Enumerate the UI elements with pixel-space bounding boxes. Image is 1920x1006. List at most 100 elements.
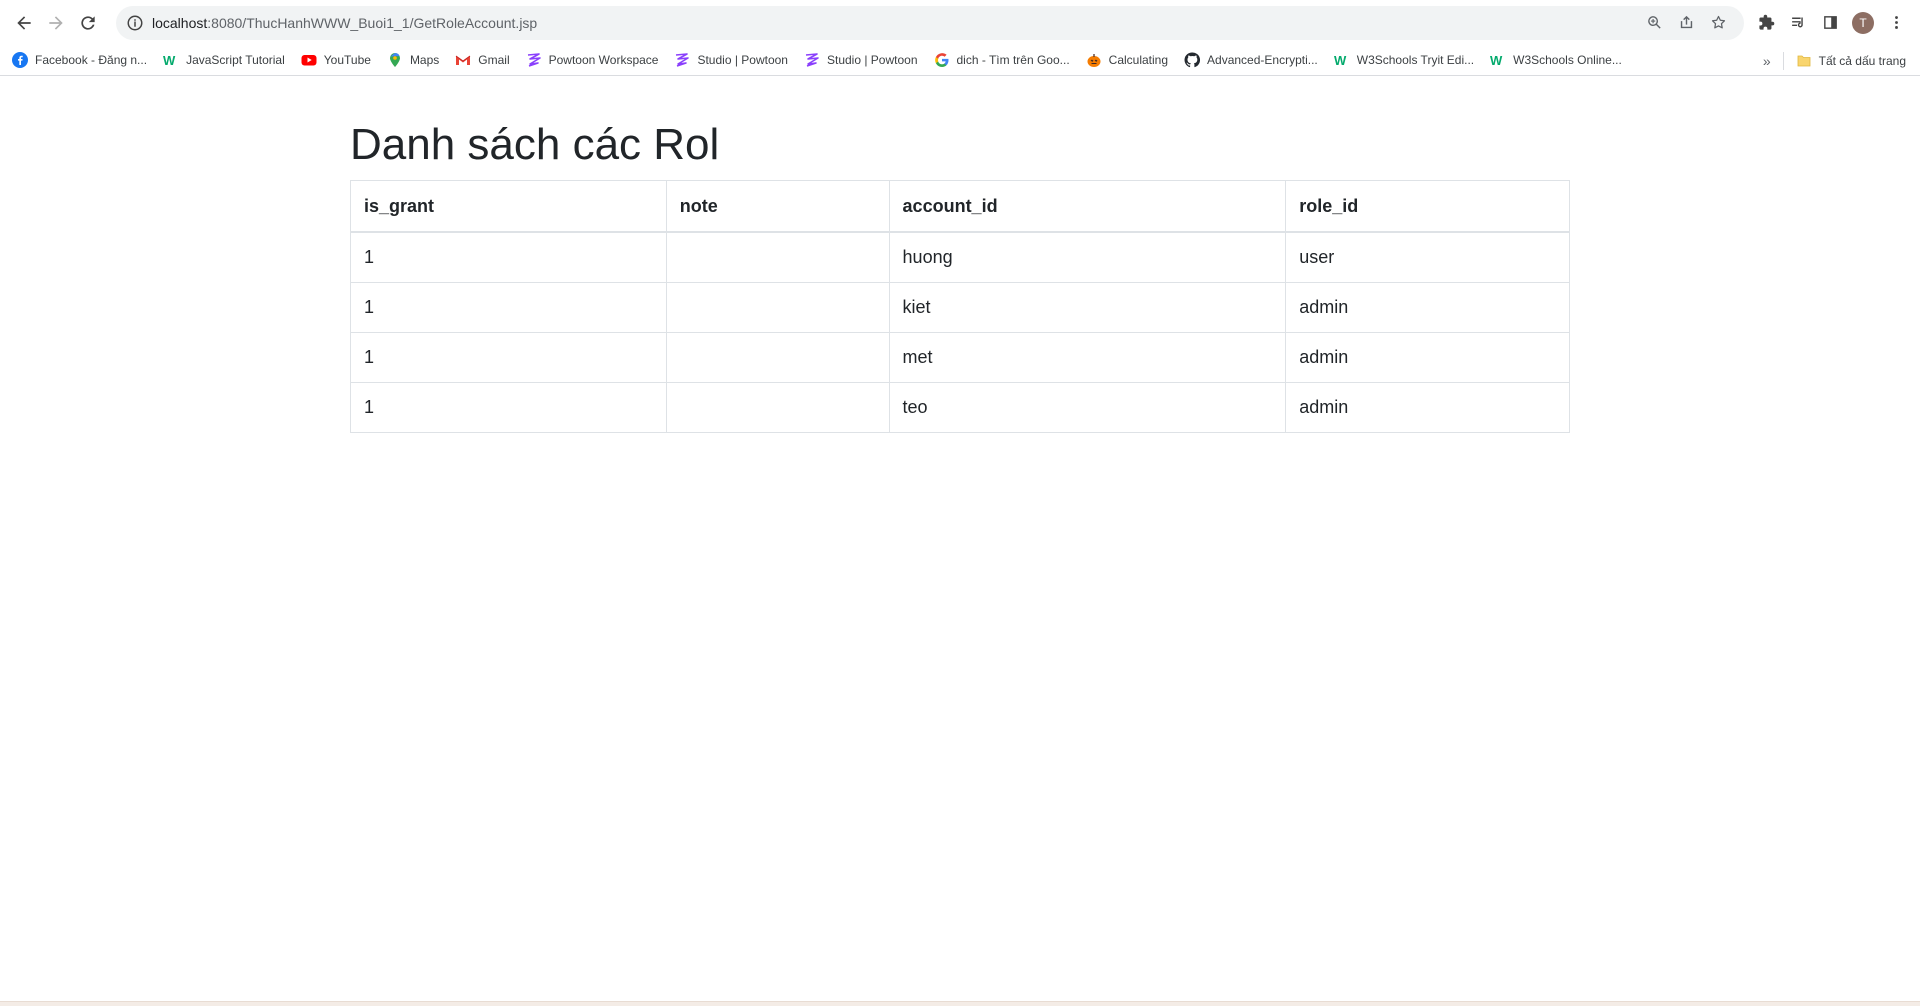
powtoon-icon <box>804 52 820 68</box>
bookmark-item[interactable]: Advanced-Encrypti... <box>1184 52 1318 68</box>
header-role-id: role_id <box>1285 179 1570 234</box>
svg-text:W: W <box>1334 53 1347 68</box>
zoom-icon <box>1647 16 1661 29</box>
header-account-id: account_id <box>888 179 1287 234</box>
cell-role-id: user <box>1285 231 1570 283</box>
profile-avatar[interactable]: T <box>1852 11 1874 34</box>
table-row: 1 met admin <box>350 331 1570 383</box>
bookmark-item[interactable]: dich - Tìm trên Goo... <box>934 52 1070 68</box>
svg-text:W: W <box>163 53 176 68</box>
cell-is-grant: 1 <box>350 231 667 283</box>
bookmark-label: Facebook - Đăng n... <box>35 53 148 67</box>
kebab-menu-icon <box>1894 16 1898 29</box>
cell-is-grant: 1 <box>350 281 667 333</box>
bookmark-label: Gmail <box>478 53 510 67</box>
window-bottom-edge <box>0 1001 1920 1006</box>
cell-account-id: kiet <box>888 281 1287 333</box>
facebook-icon <box>12 52 28 68</box>
toolbar-actions: T <box>1750 9 1912 37</box>
media-control-button[interactable] <box>1782 9 1814 37</box>
github-icon <box>1184 52 1201 68</box>
bookmark-label: Powtoon Workspace <box>548 53 659 67</box>
cell-account-id: teo <box>888 381 1287 433</box>
page-title: Danh sách các Rol <box>350 120 720 169</box>
bookmark-item[interactable]: Gmail <box>455 52 510 68</box>
playlist-icon <box>1791 17 1803 28</box>
bookmark-label: Studio | Powtoon <box>697 53 788 67</box>
cell-is-grant: 1 <box>350 381 667 433</box>
bookmark-label: YouTube <box>323 53 371 67</box>
bookmark-item[interactable]: W W3Schools Tryit Edi... <box>1334 52 1474 68</box>
cell-note <box>665 231 890 283</box>
bookmark-item[interactable]: Studio | Powtoon <box>804 52 918 68</box>
bookmark-item[interactable]: Powtoon Workspace <box>526 52 659 68</box>
star-icon <box>1711 15 1725 29</box>
bookmark-item[interactable]: W W3Schools Online... <box>1490 52 1622 68</box>
zoom-button[interactable] <box>1638 9 1670 37</box>
side-panel-icon <box>1823 16 1837 29</box>
more-bookmarks-button[interactable]: » <box>1763 51 1784 70</box>
menu-button[interactable] <box>1880 9 1912 37</box>
cell-role-id: admin <box>1285 331 1570 383</box>
maps-icon <box>387 52 403 68</box>
site-info-icon[interactable] <box>126 14 144 32</box>
w3schools-icon: W <box>1490 52 1506 68</box>
arrow-right-icon <box>49 15 63 30</box>
bookmark-item[interactable]: Studio | Powtoon <box>674 52 788 68</box>
share-button[interactable] <box>1670 9 1702 37</box>
bookmark-star-button[interactable] <box>1702 9 1734 37</box>
folder-icon <box>1796 53 1812 69</box>
reload-icon <box>81 15 95 30</box>
youtube-icon <box>301 52 317 68</box>
role-account-table: is_grant note account_id role_id 1 huong… <box>350 179 1570 433</box>
google-icon <box>934 52 950 68</box>
cell-account-id: huong <box>888 231 1287 283</box>
svg-text:W: W <box>1490 53 1503 68</box>
address-bar[interactable]: localhost:8080/ThucHanhWWW_Buoi1_1/GetRo… <box>116 5 1744 40</box>
bookmark-label: dich - Tìm trên Goo... <box>956 53 1070 67</box>
side-panel-button[interactable] <box>1814 9 1846 37</box>
bookmark-label: Advanced-Encrypti... <box>1207 53 1318 67</box>
url-host: localhost <box>152 14 208 31</box>
bookmark-item[interactable]: Calculating <box>1086 52 1168 68</box>
bookmark-item[interactable]: W JavaScript Tutorial <box>163 52 285 68</box>
w3schools-icon: W <box>1334 52 1350 68</box>
header-note: note <box>665 179 890 234</box>
all-bookmarks-folder[interactable]: Tất cả dấu trang <box>1796 53 1906 69</box>
bookmark-item[interactable]: Facebook - Đăng n... <box>12 52 147 68</box>
cell-account-id: met <box>888 331 1287 383</box>
all-bookmarks-label: Tất cả dấu trang <box>1818 53 1906 68</box>
pumpkin-icon <box>1086 52 1102 68</box>
bookmarks-list: Facebook - Đăng n... W JavaScript Tutorial… <box>12 52 1638 68</box>
w3schools-icon: W <box>163 52 179 68</box>
back-button[interactable] <box>8 7 40 39</box>
bookmark-label: W3Schools Online... <box>1513 53 1622 67</box>
cell-is-grant: 1 <box>350 331 667 383</box>
puzzle-icon <box>1758 14 1774 30</box>
table-row: 1 kiet admin <box>350 281 1570 333</box>
bookmarks-overflow: » Tất cả dấu trang <box>1763 45 1906 76</box>
bookmarks-bar: Facebook - Đăng n... W JavaScript Tutorial… <box>0 45 1920 76</box>
bookmark-label: Calculating <box>1108 53 1169 67</box>
forward-button[interactable] <box>40 7 72 39</box>
url-text[interactable]: localhost:8080/ThucHanhWWW_Buoi1_1/GetRo… <box>152 15 1638 31</box>
bookmark-item[interactable]: YouTube <box>301 52 371 68</box>
cell-note <box>665 381 890 433</box>
share-icon <box>1680 15 1692 29</box>
browser-toolbar: localhost:8080/ThucHanhWWW_Buoi1_1/GetRo… <box>0 0 1920 45</box>
arrow-left-icon <box>17 15 31 30</box>
cell-role-id: admin <box>1285 281 1570 333</box>
table-header-row: is_grant note account_id role_id <box>350 179 1570 234</box>
powtoon-icon <box>674 52 690 68</box>
cell-note <box>665 281 890 333</box>
reload-button[interactable] <box>72 7 104 39</box>
content-container: Danh sách các Rol is_grant note account_… <box>350 119 1570 433</box>
powtoon-icon <box>526 52 542 68</box>
bookmark-label: Studio | Powtoon <box>826 53 918 67</box>
bookmark-item[interactable]: Maps <box>387 52 439 68</box>
extensions-button[interactable] <box>1750 9 1782 37</box>
cell-role-id: admin <box>1285 381 1570 433</box>
table-row: 1 huong user <box>350 231 1570 283</box>
cell-note <box>665 331 890 383</box>
bookmark-label: JavaScript Tutorial <box>186 53 285 67</box>
